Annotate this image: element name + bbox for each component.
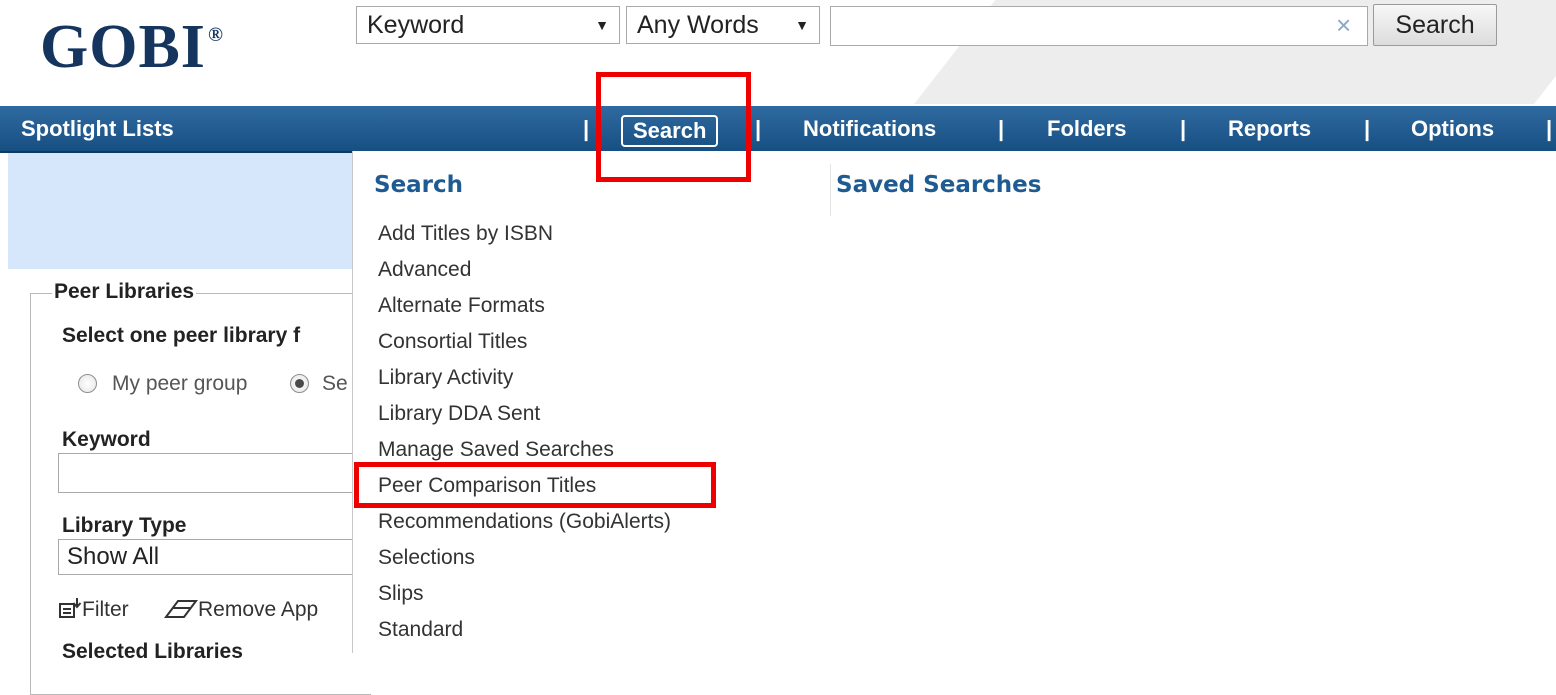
gobi-logo[interactable]: GOBI ® [40, 12, 224, 96]
nav-separator: | [1546, 116, 1553, 141]
annotation-highlight-search-nav [596, 72, 751, 182]
main-nav-bar: Spotlight Lists | Search | Notifications… [0, 106, 1556, 153]
keyword-label: Keyword [62, 428, 151, 451]
nav-options[interactable]: Options [1411, 106, 1494, 151]
clear-icon[interactable]: × [1336, 10, 1351, 41]
search-menu-heading: Search [374, 172, 464, 198]
filter-label: Filter [82, 598, 129, 621]
peer-library-instruction: Select one peer library f [62, 324, 301, 347]
remove-label: Remove App [198, 598, 319, 621]
menu-item-recommendations[interactable]: Recommendations (GobiAlerts) [378, 510, 671, 534]
dropdown-arrow-icon: ▼ [595, 17, 609, 33]
menu-column-divider [830, 164, 831, 216]
library-type-select[interactable]: Show All [58, 539, 358, 575]
selected-libraries-label: Selected Libraries [62, 640, 243, 663]
nav-folders[interactable]: Folders [1047, 106, 1126, 151]
remove-button[interactable]: Remove App [164, 596, 318, 622]
filter-button[interactable]: Filter [58, 596, 129, 622]
library-type-label: Library Type [62, 514, 187, 537]
search-field-select[interactable]: Keyword ▼ [356, 6, 620, 44]
menu-item-slips[interactable]: Slips [378, 582, 424, 606]
menu-item-standard[interactable]: Standard [378, 618, 463, 642]
menu-item-manage-saved-searches[interactable]: Manage Saved Searches [378, 438, 614, 462]
menu-item-alternate-formats[interactable]: Alternate Formats [378, 294, 545, 318]
nav-separator: | [1364, 116, 1371, 141]
select-peer-label: Se [322, 372, 348, 395]
page-banner [8, 151, 352, 269]
registered-mark: ® [207, 24, 224, 46]
match-type-select-value: Any Words [637, 11, 759, 39]
peer-libraries-panel [30, 293, 371, 695]
annotation-highlight-peer-comparison [354, 462, 716, 508]
filter-icon [59, 598, 82, 618]
nav-notifications[interactable]: Notifications [803, 106, 936, 151]
eraser-icon [164, 600, 198, 618]
logo-text: GOBI [40, 13, 206, 81]
saved-searches-heading: Saved Searches [836, 172, 1042, 198]
select-peer-radio[interactable] [290, 374, 309, 393]
search-field-select-value: Keyword [367, 11, 465, 39]
peer-libraries-legend: Peer Libraries [52, 280, 197, 304]
nav-spotlight-lists[interactable]: Spotlight Lists [21, 106, 174, 151]
my-peer-group-label: My peer group [112, 372, 248, 395]
keyword-input[interactable] [58, 453, 358, 493]
nav-reports[interactable]: Reports [1228, 106, 1311, 151]
nav-separator: | [755, 116, 762, 141]
menu-item-advanced[interactable]: Advanced [378, 258, 471, 282]
search-button[interactable]: Search [1373, 4, 1497, 46]
menu-item-consortial-titles[interactable]: Consortial Titles [378, 330, 527, 354]
nav-separator: | [998, 116, 1005, 141]
menu-item-library-activity[interactable]: Library Activity [378, 366, 513, 390]
my-peer-group-radio[interactable] [78, 374, 97, 393]
search-input[interactable] [830, 6, 1368, 46]
menu-item-add-titles-by-isbn[interactable]: Add Titles by ISBN [378, 222, 553, 246]
match-type-select[interactable]: Any Words ▼ [626, 6, 820, 44]
library-type-value: Show All [67, 543, 160, 570]
nav-separator: | [1180, 116, 1187, 141]
dropdown-arrow-icon: ▼ [795, 17, 809, 33]
menu-item-selections[interactable]: Selections [378, 546, 475, 570]
menu-item-library-dda-sent[interactable]: Library DDA Sent [378, 402, 540, 426]
nav-separator: | [583, 116, 590, 141]
